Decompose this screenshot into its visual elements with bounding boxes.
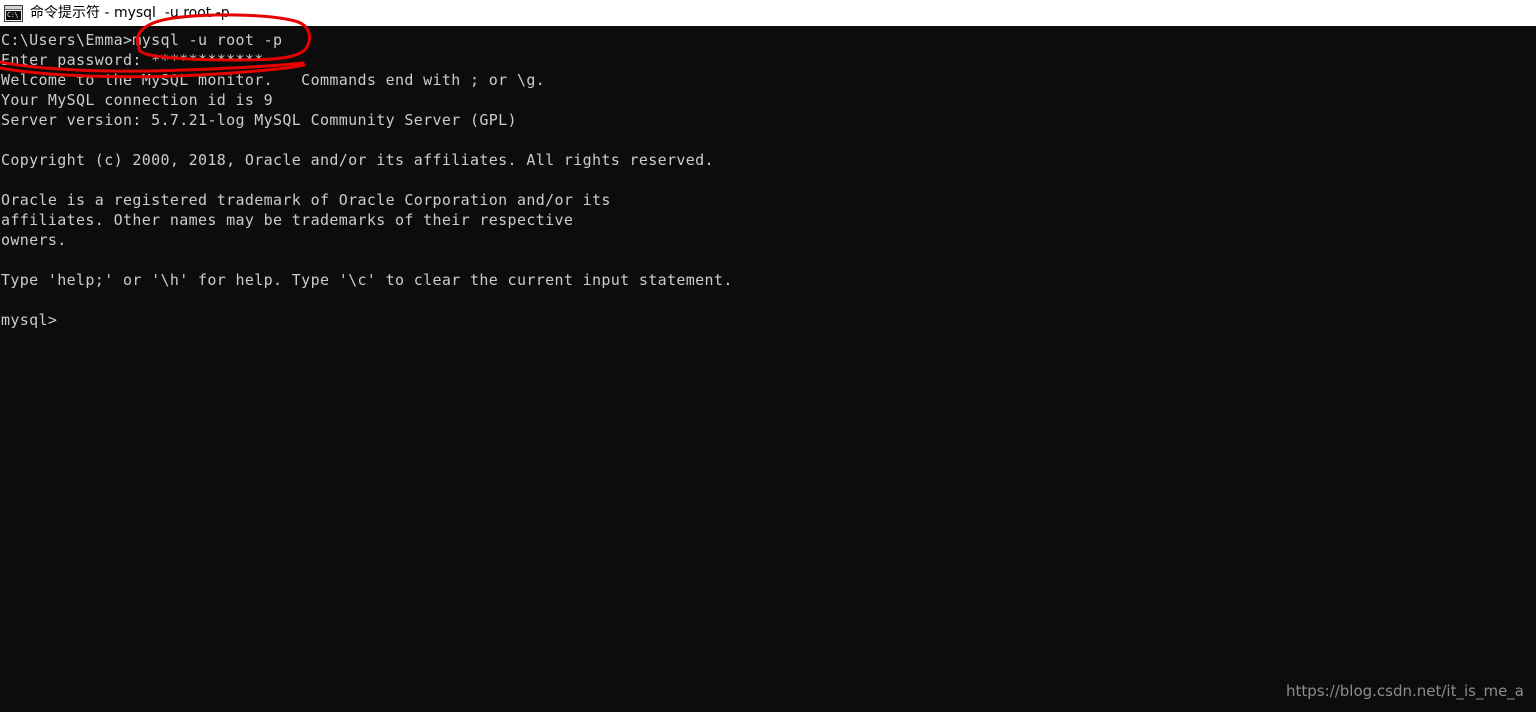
cmd-icon-titlebar-stripe — [5, 5, 22, 10]
blog-watermark: https://blog.csdn.net/it_is_me_a — [1285, 682, 1524, 700]
window-title: 命令提示符 - mysql -u root -p — [30, 5, 230, 21]
command-prompt-window: C:\ 命令提示符 - mysql -u root -p C:\Users\Em… — [0, 0, 1536, 712]
console-prompt-line: mysql> — [1, 311, 58, 329]
console-line-list: C:\Users\Emma>mysql -u root -p Enter pas… — [0, 30, 1536, 330]
console-line: owners. — [1, 231, 67, 249]
console-line: C:\Users\Emma>mysql -u root -p — [1, 31, 283, 49]
terminal-output-area[interactable]: C:\Users\Emma>mysql -u root -p Enter pas… — [0, 26, 1536, 712]
console-line: Copyright (c) 2000, 2018, Oracle and/or … — [1, 151, 714, 169]
cmd-icon-screen-text: C:\ — [6, 10, 21, 20]
console-line: affiliates. Other names may be trademark… — [1, 211, 574, 229]
console-line: Type 'help;' or '\h' for help. Type '\c'… — [1, 271, 733, 289]
console-line: Your MySQL connection id is 9 — [1, 91, 274, 109]
console-line: Welcome to the MySQL monitor. Commands e… — [1, 71, 546, 89]
console-line: Server version: 5.7.21-log MySQL Communi… — [1, 111, 517, 129]
console-line: Enter password: ************ — [1, 51, 264, 69]
window-titlebar[interactable]: C:\ 命令提示符 - mysql -u root -p — [0, 0, 1536, 26]
console-line: Oracle is a registered trademark of Orac… — [1, 191, 611, 209]
cmd-icon: C:\ — [4, 4, 23, 22]
